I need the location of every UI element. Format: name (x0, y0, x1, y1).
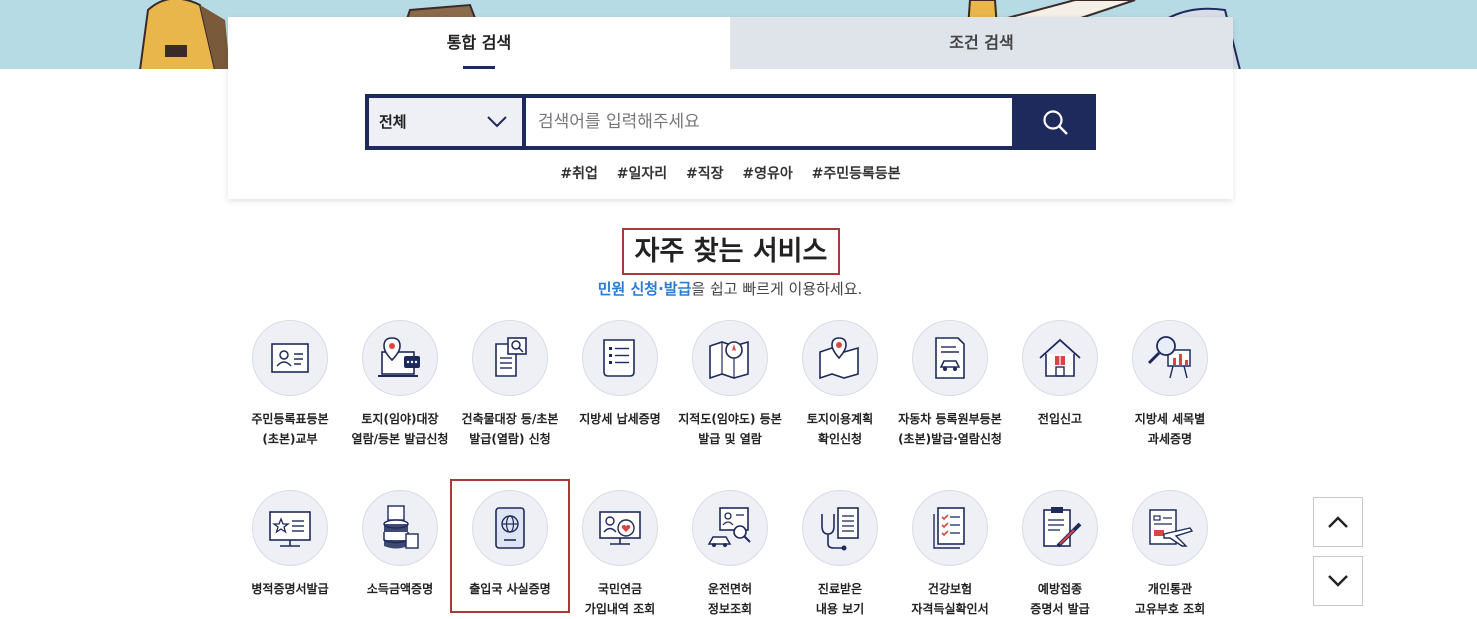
tab-label: 조건 검색 (949, 33, 1014, 52)
search-bar: 전체 (365, 94, 1096, 150)
category-select-value: 전체 (379, 113, 407, 131)
tab-integrated-search[interactable]: 통합 검색 (228, 17, 730, 69)
pension-heart-icon (599, 511, 641, 545)
tag-link[interactable]: #영유아 (742, 163, 792, 183)
service-icon-circle (912, 490, 988, 566)
ticket-plane-icon (1149, 509, 1194, 547)
coin-stack-icon (383, 505, 419, 549)
service-label: 개인통관 고유부호 조회 (1134, 582, 1206, 616)
house-icon (1039, 338, 1081, 377)
chevron-down-icon (1328, 575, 1348, 587)
document-search-icon (495, 337, 527, 377)
scroll-down-button[interactable] (1313, 556, 1363, 606)
category-select[interactable]: 전체 (369, 98, 522, 146)
service-icon-circle (362, 320, 438, 396)
search-icon (1043, 110, 1068, 135)
service-label: 지방세 세목별 과세증명 (1134, 412, 1206, 446)
stethoscope-icon (821, 507, 859, 551)
character-illustration-left (139, 0, 230, 69)
section-subtitle: 민원 신청·발급을 쉽고 빠르게 이용하세요. (0, 278, 1460, 299)
service-icon-circle (1132, 320, 1208, 396)
scroll-up-button[interactable] (1313, 497, 1363, 547)
receipt-list-icon (603, 339, 635, 377)
chevron-up-icon (1328, 516, 1348, 528)
service-icon-circle (802, 320, 878, 396)
license-car-icon (707, 507, 751, 547)
subtitle-text: 을 쉽고 빠르게 이용하세요. (691, 280, 863, 298)
monitor-star-icon (269, 511, 311, 547)
service-icon-circle (1022, 320, 1098, 396)
active-tab-indicator (463, 66, 495, 69)
subtitle-highlight: 민원 신청·발급 (597, 280, 692, 298)
search-input[interactable] (526, 98, 1012, 146)
tab-label: 통합 검색 (446, 33, 512, 52)
checklist-icon (933, 507, 965, 549)
tag-link[interactable]: #직장 (686, 163, 724, 183)
popular-tags: #취업 #일자리 #직장 #영유아 #주민등록등본 (228, 163, 1233, 183)
service-icon-circle (252, 320, 328, 396)
syringe-clipboard-icon (1043, 507, 1082, 548)
highlight-frame (450, 479, 570, 613)
tag-link[interactable]: #일자리 (617, 163, 667, 183)
map-compass-icon (709, 340, 749, 380)
land-map-pin-icon (378, 337, 420, 377)
service-icon-circle (582, 490, 658, 566)
tab-condition-search[interactable]: 조건 검색 (730, 17, 1233, 69)
service-icon-circle (252, 490, 328, 566)
service-icon-circle (912, 320, 988, 396)
magnifier-chart-icon (1147, 336, 1191, 379)
chevron-down-icon (487, 116, 507, 128)
service-icon-circle (1132, 490, 1208, 566)
tag-link[interactable]: #주민등록등본 (812, 163, 901, 183)
car-document-icon (935, 337, 965, 379)
service-icon-circle (692, 320, 768, 396)
map-location-icon (819, 337, 859, 380)
service-icon-circle (1022, 490, 1098, 566)
section-title: 자주 찾는 서비스 (622, 228, 840, 275)
service-icon-circle (582, 320, 658, 396)
search-button[interactable] (1016, 98, 1096, 146)
service-icon-circle (362, 490, 438, 566)
search-panel: 통합 검색 조건 검색 전체 #취업 #일자리 #직장 #영유아 #주민등록등본 (228, 17, 1233, 199)
service-icon-circle (802, 490, 878, 566)
service-icon-circle (472, 320, 548, 396)
service-icon-circle (692, 490, 768, 566)
tag-link[interactable]: #취업 (560, 163, 598, 183)
id-card-icon (271, 343, 309, 373)
